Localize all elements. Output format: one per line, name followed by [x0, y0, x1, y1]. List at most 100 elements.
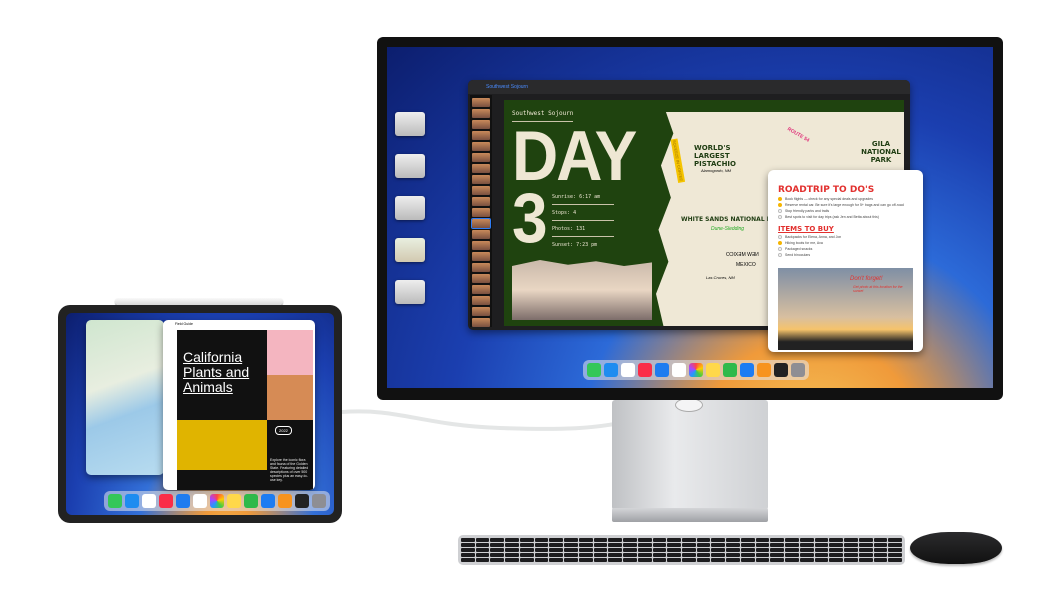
- checklist-text: Book flights — check for any special dea…: [785, 197, 873, 201]
- mail-icon[interactable]: [655, 363, 669, 377]
- stage-thumbnail[interactable]: [395, 280, 425, 304]
- stage-thumbnail[interactable]: [395, 154, 425, 178]
- slide-thumbnail[interactable]: [472, 142, 490, 151]
- slide-thumbnail[interactable]: [472, 164, 490, 173]
- checklist-item[interactable]: Hiking boots for me, Ava: [778, 241, 916, 245]
- pages-icon[interactable]: [278, 494, 292, 508]
- slide-thumbnail[interactable]: [472, 109, 490, 118]
- slide-thumbnail[interactable]: [472, 307, 490, 316]
- calendar-icon[interactable]: [672, 363, 686, 377]
- checklist-item[interactable]: Backpacks for Elena, Anna, and Jon: [778, 235, 916, 239]
- photo-annotation-sub: Get photo at this location for the sunse…: [853, 285, 903, 293]
- checklist-item[interactable]: Stop friendly parks and trails: [778, 209, 916, 213]
- checklist-item[interactable]: Reserve rental car. Be sure it's large e…: [778, 203, 916, 207]
- checkbox[interactable]: [778, 235, 782, 239]
- mail-icon[interactable]: [176, 494, 190, 508]
- slide-thumbnail[interactable]: [472, 263, 490, 272]
- keynote-icon[interactable]: [261, 494, 275, 508]
- messages-icon[interactable]: [108, 494, 122, 508]
- slide-thumbnail[interactable]: [472, 296, 490, 305]
- slide-thumbnail[interactable]: [472, 197, 490, 206]
- stage-manager-strip[interactable]: [395, 112, 425, 304]
- stand-cutout: [675, 398, 703, 412]
- slide-thumbnail[interactable]: [472, 274, 490, 283]
- numbers-icon[interactable]: [244, 494, 258, 508]
- slide-thumbnail[interactable]: [472, 153, 490, 162]
- stage-thumbnail[interactable]: [395, 238, 425, 262]
- slide-thumbnail[interactable]: [472, 252, 490, 261]
- slide-thumbnail[interactable]: [472, 285, 490, 294]
- pages-icon[interactable]: [757, 363, 771, 377]
- slide-thumbnail[interactable]: [472, 208, 490, 217]
- slide-thumbnail[interactable]: [472, 131, 490, 140]
- key: [505, 553, 519, 557]
- key: [814, 543, 829, 547]
- checklist-item[interactable]: Packaged snacks: [778, 247, 916, 251]
- items-list: Backpacks for Elena, Anna, and Jon Hiking…: [778, 235, 916, 257]
- keynote-icon[interactable]: [740, 363, 754, 377]
- key: [461, 543, 475, 547]
- document-title[interactable]: Southwest Sojourn: [486, 84, 528, 90]
- settings-icon[interactable]: [791, 363, 805, 377]
- slide-thumbnail[interactable]: [471, 218, 491, 229]
- document-title[interactable]: Field Guide: [175, 322, 193, 326]
- slide-thumbnail[interactable]: [472, 98, 490, 107]
- notes-window[interactable]: ROADTRIP TO DO'S Book flights — check fo…: [768, 170, 923, 352]
- key: [873, 543, 888, 547]
- checklist-item[interactable]: Best spots to visit for day trips (ask J…: [778, 215, 916, 219]
- key: [799, 553, 814, 557]
- safari-icon[interactable]: [604, 363, 618, 377]
- pages-window[interactable]: Field Guide California Plants and Animal…: [163, 320, 315, 490]
- document-page[interactable]: California Plants and Animals 2022 Explo…: [177, 330, 313, 490]
- freeform-icon[interactable]: [295, 494, 309, 508]
- settings-icon[interactable]: [312, 494, 326, 508]
- checkbox[interactable]: [778, 203, 782, 207]
- key: [682, 548, 696, 552]
- slide-thumbnail[interactable]: [472, 318, 490, 327]
- messages-icon[interactable]: [587, 363, 601, 377]
- key: [755, 548, 770, 552]
- music-icon[interactable]: [159, 494, 173, 508]
- key: [755, 543, 770, 547]
- slide-thumbnail[interactable]: [472, 241, 490, 250]
- reminders-icon[interactable]: [142, 494, 156, 508]
- slide-thumbnail[interactable]: [472, 175, 490, 184]
- stage-thumbnail[interactable]: [395, 196, 425, 220]
- checkbox[interactable]: [778, 241, 782, 245]
- checklist-item[interactable]: Book flights — check for any special dea…: [778, 197, 916, 201]
- magic-keyboard: [458, 535, 905, 565]
- map-label: Dune-Sledding: [711, 226, 745, 232]
- checkbox[interactable]: [778, 253, 782, 257]
- stage-thumbnail[interactable]: [395, 112, 425, 136]
- key: [578, 558, 593, 562]
- monitor-stand: [612, 400, 768, 510]
- mac-dock[interactable]: [583, 360, 809, 380]
- numbers-icon[interactable]: [723, 363, 737, 377]
- safari-icon[interactable]: [125, 494, 139, 508]
- checklist-item[interactable]: Send binoculars: [778, 253, 916, 257]
- dune-photo: [512, 260, 652, 320]
- key: [608, 548, 623, 552]
- checklist-text: Best spots to visit for day trips (ask J…: [785, 215, 879, 219]
- slide-navigator[interactable]: [470, 95, 492, 327]
- notes-icon[interactable]: [227, 494, 241, 508]
- freeform-icon[interactable]: [774, 363, 788, 377]
- ipad-dock[interactable]: [104, 491, 330, 511]
- map-label: MEXICO: [736, 262, 756, 268]
- checkbox[interactable]: [778, 197, 782, 201]
- notes-icon[interactable]: [706, 363, 720, 377]
- photo-annotation: Don't forget!: [850, 276, 883, 282]
- checkbox[interactable]: [778, 209, 782, 213]
- checkbox[interactable]: [778, 215, 782, 219]
- key: [740, 538, 755, 542]
- music-icon[interactable]: [638, 363, 652, 377]
- checkbox[interactable]: [778, 247, 782, 251]
- reminders-icon[interactable]: [621, 363, 635, 377]
- photos-icon[interactable]: [689, 363, 703, 377]
- slide-thumbnail[interactable]: [472, 230, 490, 239]
- slide-thumbnail[interactable]: [472, 120, 490, 129]
- photos-icon[interactable]: [210, 494, 224, 508]
- calendar-icon[interactable]: [193, 494, 207, 508]
- slide-thumbnail[interactable]: [472, 186, 490, 195]
- maps-window[interactable]: [86, 320, 164, 475]
